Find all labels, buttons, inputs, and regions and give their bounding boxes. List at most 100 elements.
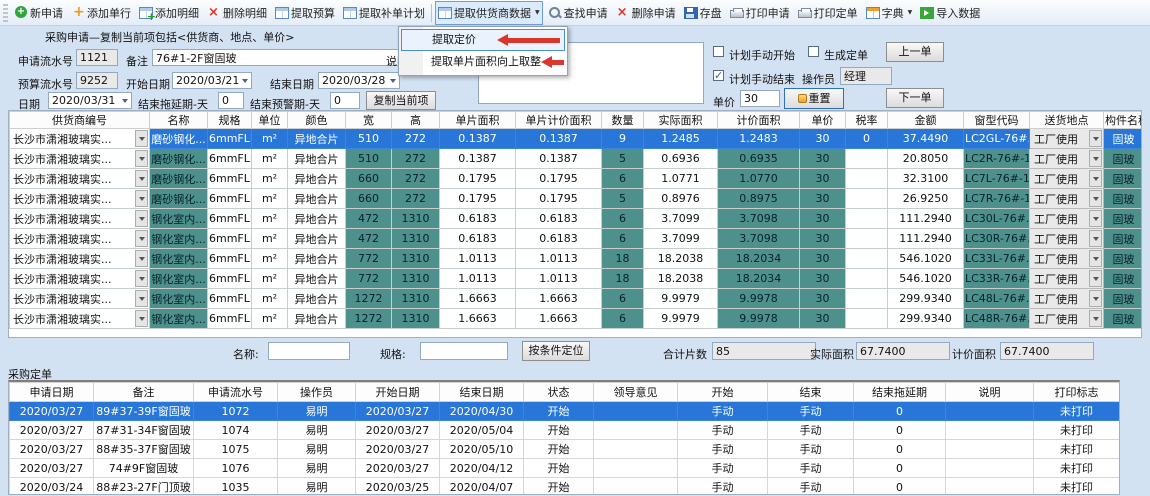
amount-cell[interactable]: 299.9340 bbox=[888, 289, 964, 309]
spec-cell[interactable]: 6mmFLE... bbox=[208, 129, 252, 149]
part-name-cell[interactable]: 固玻 bbox=[1104, 189, 1143, 209]
locate-by-condition-button[interactable]: 按条件定位 bbox=[522, 341, 590, 361]
leader-opinion-cell[interactable] bbox=[594, 478, 678, 496]
height-cell[interactable]: 272 bbox=[392, 169, 440, 189]
actual-area-cell[interactable]: 3.7099 bbox=[644, 229, 718, 249]
qty-cell[interactable]: 9 bbox=[602, 129, 644, 149]
tax-rate-cell[interactable] bbox=[846, 269, 888, 289]
name-cell[interactable]: 磨砂钢化... bbox=[150, 129, 208, 149]
name-cell[interactable]: 磨砂钢化... bbox=[150, 189, 208, 209]
piece-area-cell[interactable]: 1.0113 bbox=[440, 269, 516, 289]
delete-request-button[interactable]: 删除申请 bbox=[613, 1, 679, 25]
width-cell[interactable]: 660 bbox=[346, 169, 392, 189]
end-cell[interactable]: 手动 bbox=[768, 459, 854, 478]
order-row[interactable]: 2020/03/2488#23-27F门顶玻1035易明2020/03/2520… bbox=[10, 478, 1120, 496]
unit-price-cell[interactable]: 30 bbox=[800, 189, 846, 209]
unit-price-cell[interactable]: 30 bbox=[800, 269, 846, 289]
start-cell[interactable]: 手动 bbox=[678, 421, 768, 440]
priced-area-cell[interactable]: 0.6935 bbox=[718, 149, 800, 169]
filter-spec-input[interactable] bbox=[420, 342, 508, 360]
dropdown-arrow-icon[interactable] bbox=[1089, 130, 1102, 147]
priced-area-cell[interactable]: 9.9978 bbox=[718, 309, 800, 329]
serial-no-cell[interactable]: 1075 bbox=[194, 440, 278, 459]
start-date-cell[interactable]: 2020/03/27 bbox=[356, 459, 440, 478]
tax-rate-cell[interactable] bbox=[846, 189, 888, 209]
window-code-cell[interactable]: LC2R-76#-1F bbox=[964, 149, 1030, 169]
dropdown-arrow-icon[interactable] bbox=[1089, 250, 1102, 267]
priced-area-cell[interactable]: 1.2483 bbox=[718, 129, 800, 149]
delivery-place-cell[interactable]: 工厂使用 bbox=[1030, 169, 1104, 189]
start-date-cell[interactable]: 2020/03/25 bbox=[356, 478, 440, 496]
table-row[interactable]: 长沙市潇湘玻璃实...钢化室内...6mmFLE...m²异地合片7721310… bbox=[10, 249, 1143, 269]
amount-cell[interactable]: 546.1020 bbox=[888, 269, 964, 289]
width-cell[interactable]: 510 bbox=[346, 129, 392, 149]
supplier-no-cell[interactable]: 长沙市潇湘玻璃实... bbox=[10, 289, 150, 309]
delivery-place-cell[interactable]: 工厂使用 bbox=[1030, 209, 1104, 229]
unit-price-cell[interactable]: 30 bbox=[800, 249, 846, 269]
part-name-cell[interactable]: 固玻 bbox=[1104, 229, 1143, 249]
qty-cell[interactable]: 6 bbox=[602, 209, 644, 229]
status-cell[interactable]: 开始 bbox=[524, 440, 594, 459]
tax-rate-cell[interactable] bbox=[846, 289, 888, 309]
delivery-place-cell[interactable]: 工厂使用 bbox=[1030, 289, 1104, 309]
unit-price-cell[interactable]: 30 bbox=[800, 149, 846, 169]
amount-cell[interactable]: 111.2940 bbox=[888, 209, 964, 229]
leader-opinion-cell[interactable] bbox=[594, 440, 678, 459]
qty-cell[interactable]: 6 bbox=[602, 229, 644, 249]
color-cell[interactable]: 异地合片 bbox=[288, 229, 346, 249]
window-code-cell[interactable]: LC48L-76#... bbox=[964, 289, 1030, 309]
height-cell[interactable]: 1310 bbox=[392, 289, 440, 309]
note-cell[interactable] bbox=[946, 440, 1034, 459]
window-code-cell[interactable]: LC7R-76#-1FO bbox=[964, 189, 1030, 209]
window-code-cell[interactable]: LC30L-76#... bbox=[964, 209, 1030, 229]
order-row[interactable]: 2020/03/2787#31-34F窗固玻1074易明2020/03/2720… bbox=[10, 421, 1120, 440]
width-cell[interactable]: 472 bbox=[346, 229, 392, 249]
status-cell[interactable]: 开始 bbox=[524, 402, 594, 421]
dropdown-arrow-icon[interactable] bbox=[1089, 190, 1102, 207]
find-request-button[interactable]: 查找申请 bbox=[545, 1, 611, 25]
dropdown-arrow-icon[interactable] bbox=[1089, 230, 1102, 247]
height-cell[interactable]: 272 bbox=[392, 149, 440, 169]
tax-rate-cell[interactable] bbox=[846, 249, 888, 269]
end-date-cell[interactable]: 2020/05/10 bbox=[440, 440, 524, 459]
leader-opinion-cell[interactable] bbox=[594, 459, 678, 478]
start-cell[interactable]: 手动 bbox=[678, 478, 768, 496]
start-cell[interactable]: 手动 bbox=[678, 440, 768, 459]
table-row[interactable]: 长沙市潇湘玻璃实...磨砂钢化...6mmFLE...m²异地合片6602720… bbox=[10, 169, 1143, 189]
amount-cell[interactable]: 299.9340 bbox=[888, 309, 964, 329]
apply-date-cell[interactable]: 2020/03/27 bbox=[10, 459, 94, 478]
end-delay-cell[interactable]: 0 bbox=[854, 478, 946, 496]
serial-no-cell[interactable]: 1072 bbox=[194, 402, 278, 421]
serial-no-cell[interactable]: 1035 bbox=[194, 478, 278, 496]
actual-area-cell[interactable]: 18.2038 bbox=[644, 269, 718, 289]
actual-area-cell[interactable]: 3.7099 bbox=[644, 209, 718, 229]
priced-area-cell[interactable]: 0.8975 bbox=[718, 189, 800, 209]
window-code-cell[interactable]: LC30R-76#... bbox=[964, 229, 1030, 249]
operator-cell[interactable]: 易明 bbox=[278, 440, 356, 459]
print-flag-cell[interactable]: 未打印 bbox=[1034, 478, 1120, 496]
actual-area-cell[interactable]: 0.8976 bbox=[644, 189, 718, 209]
amount-cell[interactable]: 20.8050 bbox=[888, 149, 964, 169]
delivery-place-cell[interactable]: 工厂使用 bbox=[1030, 189, 1104, 209]
add-detail-button[interactable]: 添加明细 bbox=[136, 1, 202, 25]
amount-cell[interactable]: 37.4490 bbox=[888, 129, 964, 149]
dropdown-arrow-icon[interactable] bbox=[1089, 270, 1102, 287]
dropdown-arrow-icon[interactable] bbox=[135, 150, 148, 167]
width-cell[interactable]: 472 bbox=[346, 209, 392, 229]
print-flag-cell[interactable]: 未打印 bbox=[1034, 402, 1120, 421]
end-delay-cell[interactable]: 0 bbox=[854, 402, 946, 421]
end-warning-input[interactable] bbox=[330, 92, 360, 109]
supplier-no-cell[interactable]: 长沙市潇湘玻璃实... bbox=[10, 229, 150, 249]
plan-manual-start-checkbox[interactable] bbox=[713, 46, 724, 57]
dropdown-arrow-icon[interactable] bbox=[135, 250, 148, 267]
generate-order-checkbox[interactable] bbox=[808, 46, 819, 57]
apply-date-cell[interactable]: 2020/03/24 bbox=[10, 478, 94, 496]
table-row[interactable]: 长沙市潇湘玻璃实...钢化室内...6mmFLE...m²异地合片1272131… bbox=[10, 309, 1143, 329]
actual-area-cell[interactable]: 1.0771 bbox=[644, 169, 718, 189]
part-name-cell[interactable]: 固玻 bbox=[1104, 269, 1143, 289]
operator-cell[interactable]: 易明 bbox=[278, 421, 356, 440]
part-name-cell[interactable]: 固玻 bbox=[1104, 289, 1143, 309]
filter-name-input[interactable] bbox=[268, 342, 350, 360]
dropdown-arrow-icon[interactable] bbox=[135, 190, 148, 207]
part-name-cell[interactable]: 固玻 bbox=[1104, 149, 1143, 169]
